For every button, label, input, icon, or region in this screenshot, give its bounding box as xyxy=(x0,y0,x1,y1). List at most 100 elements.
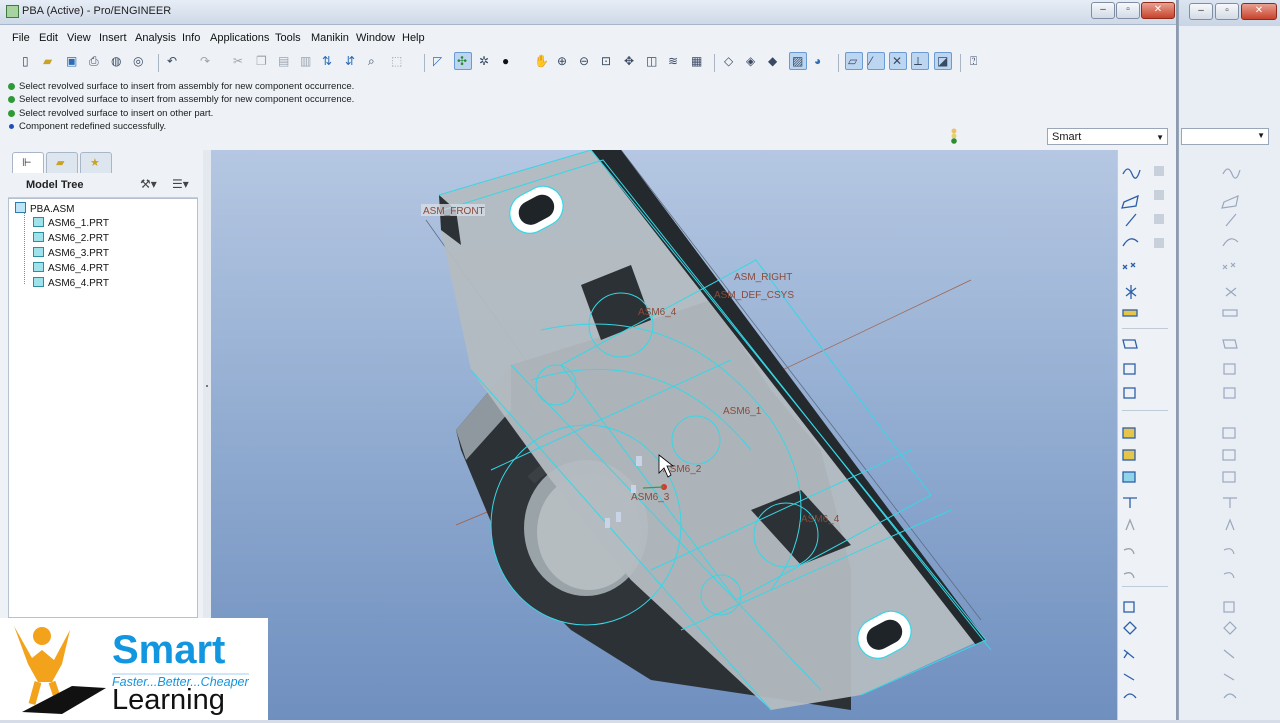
chamfer-icon xyxy=(1123,572,1135,579)
hidden-line-icon[interactable]: ◈ xyxy=(744,53,761,70)
tree-item[interactable]: ASM6_4.PRT xyxy=(33,262,109,274)
wireframe-icon[interactable]: ◇ xyxy=(722,53,739,70)
app-icon xyxy=(6,5,19,18)
draft-icon xyxy=(1125,518,1135,531)
csys-icon[interactable]: ⟂ xyxy=(911,52,929,70)
graphics-viewport[interactable]: ASM_FRONT ASM_RIGHT ASM_DEF_CSYS ASM6_4 … xyxy=(211,150,1117,720)
analysis-icon xyxy=(1122,309,1138,317)
component-label: ASM6_4 xyxy=(801,514,840,525)
title-bar: PBA (Active) - Pro/ENGINEER – ▫ ✕ xyxy=(0,0,1176,25)
shading-icon[interactable]: ▨ xyxy=(789,52,807,70)
layers-icon[interactable]: ≋ xyxy=(666,53,683,70)
context-help-icon[interactable]: ⍰ xyxy=(968,53,985,70)
menu-analysis[interactable]: Analysis xyxy=(135,32,176,44)
tree-item[interactable]: ASM6_3.PRT xyxy=(33,247,109,259)
tree-item[interactable]: ASM6_1.PRT xyxy=(33,217,109,229)
orient-mode-icon[interactable]: ✲ xyxy=(477,53,494,70)
menu-edit[interactable]: Edit xyxy=(39,32,58,44)
email-icon[interactable]: ◎ xyxy=(131,53,148,70)
bg-minimize-button[interactable]: – xyxy=(1189,3,1213,20)
menu-window[interactable]: Window xyxy=(356,32,395,44)
maximize-button[interactable]: ▫ xyxy=(1116,2,1140,19)
regen-manager-icon[interactable]: ⇵ xyxy=(343,53,360,70)
message-line: Select revolved surface to insert from a… xyxy=(8,94,508,107)
print-preview-icon[interactable]: ◍ xyxy=(109,53,126,70)
settings-icon[interactable]: ⚒▾ xyxy=(140,177,157,191)
menu-help[interactable]: Help xyxy=(402,32,425,44)
status-light-icon xyxy=(950,128,958,144)
close-button[interactable]: ✕ xyxy=(1141,2,1175,19)
mascot-icon xyxy=(14,626,106,714)
tab-folder-browser[interactable]: ▰ xyxy=(46,152,78,173)
undo-icon[interactable]: ↶ xyxy=(165,53,182,70)
select-box-icon[interactable]: ⬚ xyxy=(389,53,406,70)
part-icon xyxy=(33,262,44,272)
selection-filter-select[interactable]: Smart ▼ xyxy=(1047,128,1168,145)
pattern-icon xyxy=(1123,387,1136,399)
new-file-icon[interactable]: ▯ xyxy=(20,53,37,70)
feature-icons xyxy=(1121,166,1168,699)
tree-item[interactable]: ASM6_2.PRT xyxy=(33,232,109,244)
saved-views-icon[interactable]: ◫ xyxy=(644,53,661,70)
open-folder-icon[interactable]: ▰ xyxy=(41,53,58,70)
menu-manikin[interactable]: Manikin xyxy=(311,32,349,44)
part-icon xyxy=(33,247,44,257)
show-icon[interactable]: ☰▾ xyxy=(172,177,189,191)
cut-icon[interactable]: ✂ xyxy=(231,53,248,70)
main-toolbar: ▯ ▰ ▣ ⎙ ◍ ◎ ↶ ↷ ✂ ❐ ▤ ▥ ⇅ ⇵ ⌕ ⬚ ◸ ✣ ✲ ● … xyxy=(0,51,1176,75)
copy-icon[interactable]: ❐ xyxy=(254,53,271,70)
component-label: ASM6_1 xyxy=(723,406,762,417)
zoom-in-icon[interactable]: ⊕ xyxy=(555,53,572,70)
datum-axes-icon[interactable]: ⁄ xyxy=(867,52,885,70)
bg-feature-icons xyxy=(1221,168,1241,699)
component-label: ASM6_4 xyxy=(638,307,677,318)
zoom-out-icon[interactable]: ⊖ xyxy=(577,53,594,70)
menu-insert[interactable]: Insert xyxy=(99,32,127,44)
message-line: Select revolved surface to insert from a… xyxy=(8,81,508,94)
curve-icon xyxy=(1122,238,1139,247)
logo-word: Learning xyxy=(112,684,225,716)
extrude-icon xyxy=(1122,427,1136,439)
find-icon[interactable]: ⌕ xyxy=(366,53,383,70)
round-icon xyxy=(1123,548,1135,555)
save-icon[interactable]: ▣ xyxy=(64,53,81,70)
datum-points-icon[interactable]: ✕ xyxy=(889,52,907,70)
bg-maximize-button[interactable]: ▫ xyxy=(1215,3,1239,20)
menu-info[interactable]: Info xyxy=(182,32,200,44)
tree-root[interactable]: PBA.ASM xyxy=(15,202,74,215)
shell-icon xyxy=(1123,621,1137,635)
refit-icon[interactable]: ⊡ xyxy=(599,53,616,70)
enhanced-realism-icon[interactable]: ◕ xyxy=(812,53,829,70)
datum-label: ASM_RIGHT xyxy=(734,272,792,283)
plane-icon xyxy=(1121,194,1139,209)
repaint-icon[interactable]: ◸ xyxy=(431,53,448,70)
appearance-icon[interactable]: ● xyxy=(500,53,517,70)
paste-special-icon[interactable]: ▥ xyxy=(298,53,315,70)
redo-icon[interactable]: ↷ xyxy=(198,53,215,70)
bg-close-button[interactable]: ✕ xyxy=(1241,3,1277,20)
paste-icon[interactable]: ▤ xyxy=(276,53,293,70)
smart-learning-logo: Smart Faster...Better...Cheaper Learning xyxy=(0,618,268,720)
datum-label: ASM_DEF_CSYS xyxy=(714,290,794,301)
datum-planes-icon[interactable]: ▱ xyxy=(845,52,863,70)
annotation-icon[interactable]: ◪ xyxy=(934,52,952,70)
menu-file[interactable]: File xyxy=(12,32,30,44)
menu-tools[interactable]: Tools xyxy=(275,32,301,44)
menu-applications[interactable]: Applications xyxy=(210,32,269,44)
print-icon[interactable]: ⎙ xyxy=(87,53,104,70)
reorient-icon[interactable]: ✥ xyxy=(622,53,639,70)
component-label: ASM6_3 xyxy=(631,492,670,503)
csys-icon xyxy=(1125,285,1137,299)
tree-item[interactable]: ASM6_4.PRT xyxy=(33,277,109,289)
tab-model-tree[interactable]: ⊩ xyxy=(12,152,44,173)
no-hidden-icon[interactable]: ◆ xyxy=(766,53,783,70)
bg-filter-select[interactable]: ▼ xyxy=(1181,128,1269,145)
tab-favorites[interactable]: ★ xyxy=(80,152,112,173)
rib-icon xyxy=(1123,497,1137,508)
menu-view[interactable]: View xyxy=(67,32,91,44)
spin-center-icon[interactable]: ✣ xyxy=(454,52,472,70)
pan-icon[interactable]: ✋ xyxy=(532,53,549,70)
regenerate-icon[interactable]: ⇅ xyxy=(320,53,337,70)
minimize-button[interactable]: – xyxy=(1091,2,1115,19)
view-manager-icon[interactable]: ▦ xyxy=(689,53,706,70)
